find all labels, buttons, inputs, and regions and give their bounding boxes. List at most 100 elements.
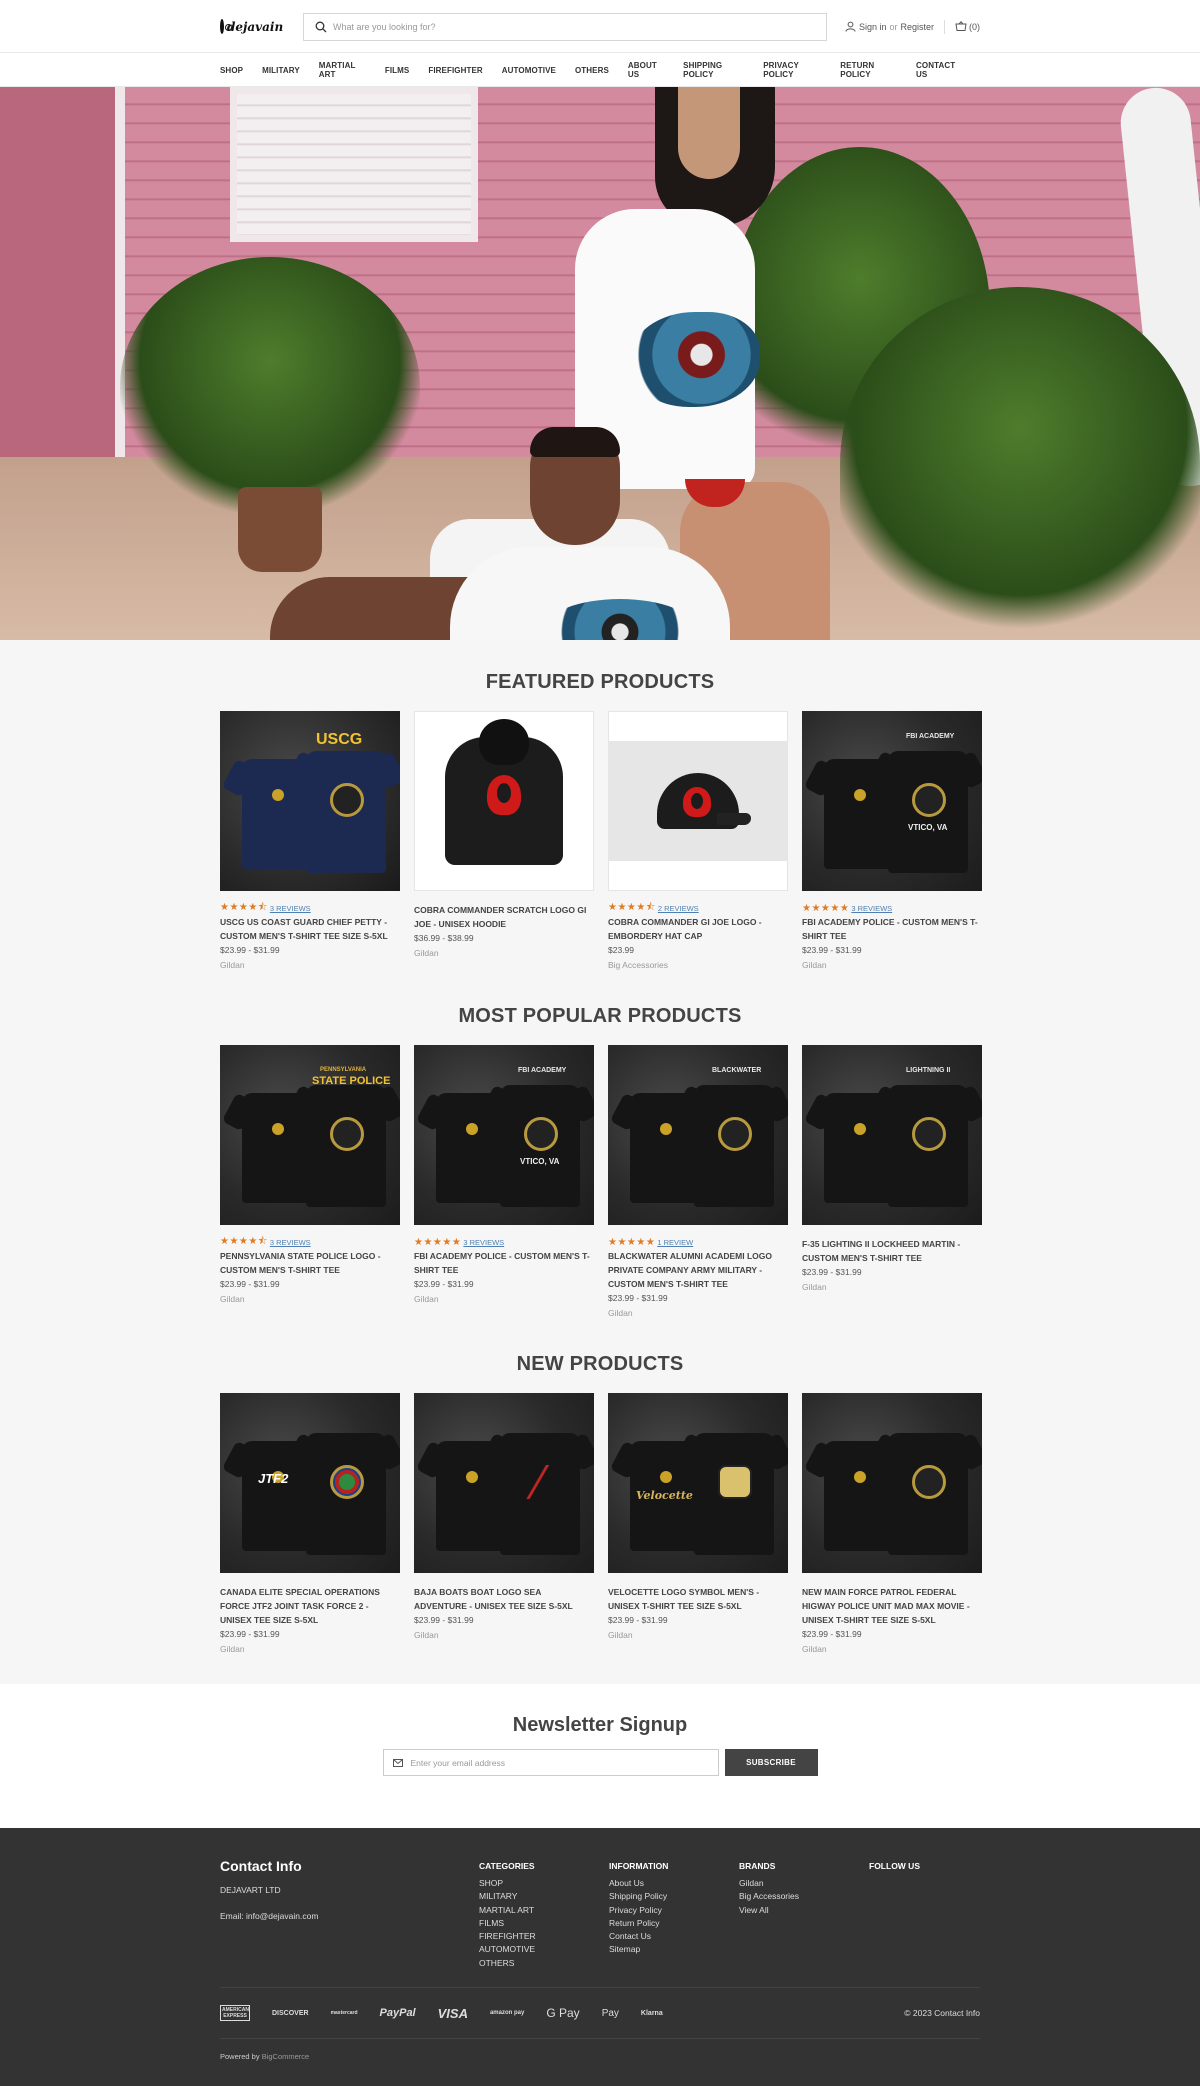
product-brand[interactable]: Gildan xyxy=(802,1281,982,1294)
product-title[interactable]: CANADA ELITE SPECIAL OPERATIONS FORCE JT… xyxy=(220,1585,400,1627)
footer-link-martial-art[interactable]: MARTIAL ART xyxy=(479,1904,609,1917)
product-card[interactable]: BAJA BOATS BOAT LOGO SEA ADVENTURE - UNI… xyxy=(414,1393,594,1656)
cart-link[interactable]: (0) xyxy=(955,21,980,32)
product-brand[interactable]: Gildan xyxy=(220,1293,400,1306)
product-card[interactable]: USCG ★★★★⯪ 3 REVIEWS USCG US COAST GUARD CH… xyxy=(220,711,400,972)
product-image[interactable] xyxy=(802,1393,982,1573)
search-input[interactable] xyxy=(333,21,813,32)
product-image[interactable]: PENNSYLVANIA STATE POLICE xyxy=(220,1045,400,1225)
nav-item-martial-art[interactable]: MARTIAL ART xyxy=(319,61,366,79)
product-card[interactable]: NEW MAIN FORCE PATROL FEDERAL HIGWAY POL… xyxy=(802,1393,982,1656)
product-title[interactable]: USCG US COAST GUARD CHIEF PETTY - CUSTOM… xyxy=(220,915,400,943)
nav-item-shop[interactable]: SHOP xyxy=(220,66,243,75)
nav-item-return-policy[interactable]: RETURN POLICY xyxy=(840,61,897,79)
nav-item-shipping-policy[interactable]: SHIPPING POLICY xyxy=(683,61,744,79)
product-brand[interactable]: Gildan xyxy=(414,1629,594,1642)
nav-item-about-us[interactable]: ABOUT US xyxy=(628,61,664,79)
footer-link-films[interactable]: FILMS xyxy=(479,1917,609,1930)
product-brand[interactable]: Gildan xyxy=(802,959,982,972)
newsletter-email-field[interactable] xyxy=(382,1749,719,1776)
product-card[interactable]: PENNSYLVANIA STATE POLICE ★★★★⯪ 3 REVIEWS PE… xyxy=(220,1045,400,1320)
product-title[interactable]: F-35 LIGHTING II LOCKHEED MARTIN - CUSTO… xyxy=(802,1237,982,1265)
product-card[interactable]: Velocette VELOCETTE LOGO SYMBOL MEN'S - U… xyxy=(608,1393,788,1656)
reviews-link[interactable]: 3 REVIEWS xyxy=(270,904,311,913)
footer-link-others[interactable]: OTHERS xyxy=(479,1957,609,1970)
product-image[interactable]: FBI ACADEMY VTICO, VA xyxy=(802,711,982,891)
product-image[interactable] xyxy=(608,711,788,891)
hero-model-face xyxy=(678,87,740,179)
footer-link-big-accessories[interactable]: Big Accessories xyxy=(739,1890,869,1903)
subscribe-button[interactable]: SUBSCRIBE xyxy=(724,1749,818,1776)
nav-item-firefighter[interactable]: FIREFIGHTER xyxy=(428,66,482,75)
product-image[interactable] xyxy=(414,711,594,891)
reviews-link[interactable]: 3 REVIEWS xyxy=(270,1238,311,1247)
product-card[interactable]: FBI ACADEMY VTICO, VA ★★★★★ 3 REVIEWS FBI AC… xyxy=(414,1045,594,1320)
product-image[interactable]: USCG xyxy=(220,711,400,891)
footer-link-about-us[interactable]: About Us xyxy=(609,1877,739,1890)
product-image[interactable]: Velocette xyxy=(608,1393,788,1573)
product-brand[interactable]: Gildan xyxy=(608,1307,788,1320)
search-bar[interactable] xyxy=(303,12,827,41)
reviews-link[interactable]: 3 REVIEWS xyxy=(463,1238,504,1247)
reviews-link[interactable]: 1 REVIEW xyxy=(657,1238,693,1247)
product-rating: ★★★★⯪ 2 REVIEWS xyxy=(608,902,788,914)
footer-link-privacy-policy[interactable]: Privacy Policy xyxy=(609,1904,739,1917)
footer-link-military[interactable]: MILITARY xyxy=(479,1890,609,1903)
product-title[interactable]: COBRA COMMANDER GI JOE LOGO - EMBORDERY … xyxy=(608,915,788,943)
nav-item-others[interactable]: OTHERS xyxy=(575,66,609,75)
product-image[interactable] xyxy=(414,1393,594,1573)
cap-image xyxy=(609,741,787,861)
product-card[interactable]: FBI ACADEMY VTICO, VA ★★★★★ 3 REVIEWS FBI AC… xyxy=(802,711,982,972)
reviews-link[interactable]: 3 REVIEWS xyxy=(851,904,892,913)
product-card[interactable]: JTF2 CANADA ELITE SPECIAL OPERATIONS FORC… xyxy=(220,1393,400,1656)
product-card[interactable]: BLACKWATER ★★★★★ 1 REVIEW BLACKWATER ALUMNI… xyxy=(608,1045,788,1320)
product-card[interactable]: COBRA COMMANDER SCRATCH LOGO GI JOE - UN… xyxy=(414,711,594,972)
footer-information: INFORMATION About Us Shipping Policy Priva… xyxy=(609,1858,739,1970)
footer-link-automotive[interactable]: AUTOMOTIVE xyxy=(479,1943,609,1956)
nav-item-contact-us[interactable]: CONTACT US xyxy=(916,61,961,79)
footer-link-firefighter[interactable]: FIREFIGHTER xyxy=(479,1930,609,1943)
product-title[interactable]: BLACKWATER ALUMNI ACADEMI LOGO PRIVATE C… xyxy=(608,1249,788,1291)
product-brand[interactable]: Gildan xyxy=(802,1643,982,1656)
product-card[interactable]: ★★★★⯪ 2 REVIEWS COBRA COMMANDER GI JOE LOG… xyxy=(608,711,788,972)
register-link[interactable]: Register xyxy=(900,22,934,32)
footer-link-gildan[interactable]: Gildan xyxy=(739,1877,869,1890)
footer-link-return-policy[interactable]: Return Policy xyxy=(609,1917,739,1930)
footer-link-shop[interactable]: SHOP xyxy=(479,1877,609,1890)
footer-link-contact-us[interactable]: Contact Us xyxy=(609,1930,739,1943)
reviews-link[interactable]: 2 REVIEWS xyxy=(658,904,699,913)
footer-link-shipping-policy[interactable]: Shipping Policy xyxy=(609,1890,739,1903)
product-title[interactable]: FBI ACADEMY POLICE - CUSTOM MEN'S T-SHIR… xyxy=(414,1249,594,1277)
product-title[interactable]: PENNSYLVANIA STATE POLICE LOGO - CUSTOM … xyxy=(220,1249,400,1277)
hero-banner[interactable] xyxy=(0,87,1200,640)
footer-link-sitemap[interactable]: Sitemap xyxy=(609,1943,739,1956)
product-title[interactable]: BAJA BOATS BOAT LOGO SEA ADVENTURE - UNI… xyxy=(414,1585,594,1613)
product-card[interactable]: LIGHTNING II F-35 LIGHTING II LOCKHEED MA… xyxy=(802,1045,982,1320)
nav-item-automotive[interactable]: AUTOMOTIVE xyxy=(502,66,556,75)
back-emblem-icon xyxy=(524,1465,558,1499)
store-logo[interactable]: dejavain xyxy=(220,17,283,37)
product-info: ★★★★★ 1 REVIEW BLACKWATER ALUMNI ACADEMI L… xyxy=(608,1225,788,1320)
footer-link-view-all[interactable]: View All xyxy=(739,1904,869,1917)
product-brand[interactable]: Big Accessories xyxy=(608,959,788,972)
nav-item-films[interactable]: FILMS xyxy=(385,66,410,75)
product-image[interactable]: FBI ACADEMY VTICO, VA xyxy=(414,1045,594,1225)
product-image[interactable]: JTF2 xyxy=(220,1393,400,1573)
product-title[interactable]: VELOCETTE LOGO SYMBOL MEN'S - UNISEX T-S… xyxy=(608,1585,788,1613)
product-title[interactable]: COBRA COMMANDER SCRATCH LOGO GI JOE - UN… xyxy=(414,903,594,931)
product-brand[interactable]: Gildan xyxy=(220,959,400,972)
search-icon[interactable] xyxy=(315,21,327,33)
nav-item-military[interactable]: MILITARY xyxy=(262,66,300,75)
product-brand[interactable]: Gildan xyxy=(414,1293,594,1306)
product-brand[interactable]: Gildan xyxy=(608,1629,788,1642)
product-title[interactable]: FBI ACADEMY POLICE - CUSTOM MEN'S T-SHIR… xyxy=(802,915,982,943)
bigcommerce-link[interactable]: BigCommerce xyxy=(262,2052,310,2061)
nav-item-privacy-policy[interactable]: PRIVACY POLICY xyxy=(763,61,821,79)
sign-in-link[interactable]: Sign in xyxy=(859,22,887,32)
product-image[interactable]: LIGHTNING II xyxy=(802,1045,982,1225)
product-image[interactable]: BLACKWATER xyxy=(608,1045,788,1225)
product-brand[interactable]: Gildan xyxy=(414,947,594,960)
product-title[interactable]: NEW MAIN FORCE PATROL FEDERAL HIGWAY POL… xyxy=(802,1585,982,1627)
product-brand[interactable]: Gildan xyxy=(220,1643,400,1656)
newsletter-email-input[interactable] xyxy=(410,1757,711,1768)
